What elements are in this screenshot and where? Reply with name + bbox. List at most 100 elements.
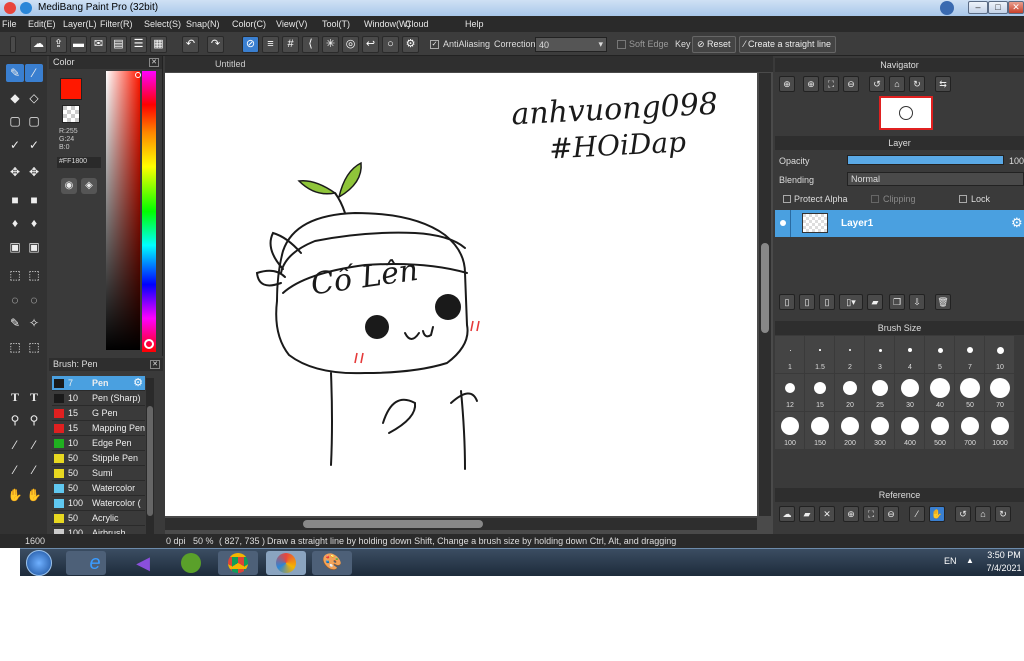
app-green-icon[interactable] <box>178 551 204 575</box>
cloud-icon[interactable]: ☁ <box>30 36 47 53</box>
ref-zoom-out-icon[interactable]: ⊖ <box>883 506 899 522</box>
brush-size-cell[interactable]: 15 <box>805 374 834 411</box>
menu-file[interactable]: File <box>2 19 17 29</box>
magic-wand-icon[interactable]: ✧ <box>25 314 43 332</box>
antialiasing-checkbox[interactable]: ✓ <box>430 40 439 49</box>
brush-list-scrollbar[interactable] <box>146 378 154 546</box>
add-layer-menu-icon[interactable]: ▯▾ <box>839 294 863 310</box>
lasso-tool-icon[interactable]: ◌ <box>6 291 24 309</box>
gradient-alt-icon[interactable]: ▣ <box>25 238 43 256</box>
color-panel-close-button[interactable]: ✕ <box>149 58 159 67</box>
menu-select[interactable]: Snap(N) <box>186 19 220 29</box>
drawing-canvas[interactable]: Cố Lên anhvuong098 #HOiDap <box>165 73 757 516</box>
menu-cloud[interactable]: Help <box>465 19 484 29</box>
language-indicator[interactable]: EN <box>944 556 957 566</box>
layer-settings-icon[interactable]: ⚙ <box>1011 215 1023 231</box>
dot-alt-icon[interactable]: ✓ <box>25 136 43 154</box>
ref-fit-icon[interactable]: ⛶ <box>863 506 879 522</box>
menu-layer[interactable]: Filter(R) <box>100 19 133 29</box>
chrome-icon[interactable] <box>218 551 258 575</box>
nav-rotate-left-icon[interactable]: ↺ <box>869 76 885 92</box>
delete-layer-icon[interactable]: 🗑 <box>935 294 951 310</box>
move-alt-icon[interactable]: ✥ <box>25 163 43 181</box>
menu-snap[interactable]: Color(C) <box>232 19 266 29</box>
brush-size-cell[interactable]: 500 <box>925 412 954 449</box>
brush-size-cell[interactable]: 1 <box>775 336 804 373</box>
panel-icon[interactable]: ☰ <box>130 36 147 53</box>
new-folder-icon[interactable]: ▰ <box>867 294 883 310</box>
select-eraser-alt-icon[interactable]: ⬚ <box>25 338 43 356</box>
page-icon[interactable]: ▤ <box>110 36 127 53</box>
navigator-thumbnail[interactable] <box>879 96 933 130</box>
brush-item[interactable]: 50 Stipple Pen <box>52 451 145 466</box>
move-tool-icon[interactable]: ✥ <box>6 163 24 181</box>
new-layer-icon[interactable]: ▯ <box>779 294 795 310</box>
blending-select[interactable]: Normal <box>847 172 1024 186</box>
brush-size-cell[interactable]: 300 <box>865 412 894 449</box>
duplicate-layer-icon[interactable]: ❐ <box>889 294 905 310</box>
speech-bubble-icon[interactable]: ✉ <box>90 36 107 53</box>
ref-eyedropper-icon[interactable]: ⁄ <box>909 506 925 522</box>
clipping-checkbox[interactable] <box>871 195 879 203</box>
brush-item[interactable]: 50 Watercolor <box>52 481 145 496</box>
soft-edge-checkbox[interactable] <box>617 40 626 49</box>
undo-icon[interactable]: ↶ <box>182 36 199 53</box>
straight-line-button[interactable]: ⁄ Create a straight line <box>739 36 837 53</box>
brush-size-cell[interactable]: 10 <box>985 336 1014 373</box>
gradient-tool-icon[interactable]: ▣ <box>6 238 24 256</box>
new-8bit-layer-icon[interactable]: ▯ <box>819 294 835 310</box>
menu-edit-e[interactable]: Layer(L) <box>63 19 97 29</box>
menu-tool[interactable]: Window(W) <box>364 19 411 29</box>
comment-icon[interactable]: ▬ <box>70 36 87 53</box>
circle-snap-icon[interactable]: ○ <box>382 36 399 53</box>
brush-size-cell[interactable]: 3 <box>865 336 894 373</box>
nav-rotate-right-icon[interactable]: ↻ <box>909 76 925 92</box>
brush-item[interactable]: 15 G Pen <box>52 406 145 421</box>
zoom-alt-icon[interactable]: ⚲ <box>25 411 43 429</box>
new-halftone-layer-icon[interactable]: ▯ <box>799 294 815 310</box>
brush-size-cell[interactable]: 700 <box>955 412 984 449</box>
brush-size-cell[interactable]: 4 <box>895 336 924 373</box>
paint-icon[interactable]: 🎨 <box>312 551 352 575</box>
bucket-tool-icon[interactable]: ♦ <box>6 214 24 232</box>
hand-alt-icon[interactable]: ✋ <box>25 486 43 504</box>
menu-window[interactable]: Cloud <box>405 19 429 29</box>
brush-size-cell[interactable]: 40 <box>925 374 954 411</box>
brush-tool-icon[interactable]: ⁄ <box>25 64 43 82</box>
primary-color-swatch[interactable] <box>60 78 82 100</box>
lasso-alt-icon[interactable]: ◌ <box>25 291 43 309</box>
start-button[interactable] <box>26 550 52 576</box>
snap-off-icon[interactable]: ⊘ <box>242 36 259 53</box>
brush-size-cell[interactable]: 200 <box>835 412 864 449</box>
grid-view-icon[interactable]: ▦ <box>150 36 167 53</box>
eraser-alt-icon[interactable]: ◇ <box>25 89 43 107</box>
hand-tool-icon[interactable]: ✋ <box>6 486 24 504</box>
clock-time[interactable]: 3:50 PM <box>986 550 1022 560</box>
ref-zoom-in-icon[interactable]: ⊕ <box>843 506 859 522</box>
rect-tool-icon[interactable]: ▢ <box>6 112 24 130</box>
brush-size-cell[interactable]: 400 <box>895 412 924 449</box>
parallel-snap-icon[interactable]: ≡ <box>262 36 279 53</box>
eraser-tool-icon[interactable]: ◆ <box>6 89 24 107</box>
bucket-alt-icon[interactable]: ♦ <box>25 214 43 232</box>
hue-slider[interactable] <box>142 71 156 352</box>
select-eraser-icon[interactable]: ⬚ <box>6 338 24 356</box>
opacity-slider[interactable] <box>847 155 1004 165</box>
maximize-button[interactable]: □ <box>988 1 1008 14</box>
minimize-button[interactable]: – <box>968 1 988 14</box>
ref-rotate-left-icon[interactable]: ↺ <box>955 506 971 522</box>
menu-color[interactable]: View(V) <box>276 19 307 29</box>
ref-rotate-right-icon[interactable]: ↻ <box>995 506 1011 522</box>
dot-tool-icon[interactable]: ✓ <box>6 136 24 154</box>
tray-arrow-icon[interactable]: ▲ <box>966 556 974 565</box>
brush-item[interactable]: 50 Sumi <box>52 466 145 481</box>
brush-item[interactable]: 50 Acrylic <box>52 511 145 526</box>
brush-size-cell[interactable]: 20 <box>835 374 864 411</box>
nav-zoom-in-icon[interactable]: ⊕ <box>779 76 795 92</box>
export-icon[interactable]: ⇪ <box>50 36 67 53</box>
pen2-alt-icon[interactable]: ⁄ <box>25 461 43 479</box>
clock-date[interactable]: 7/4/2021 <box>986 563 1022 573</box>
document-tab[interactable]: Untitled <box>165 56 773 72</box>
ref-reset-icon[interactable]: ⌂ <box>975 506 991 522</box>
nav-flip-icon[interactable]: ⇆ <box>935 76 951 92</box>
